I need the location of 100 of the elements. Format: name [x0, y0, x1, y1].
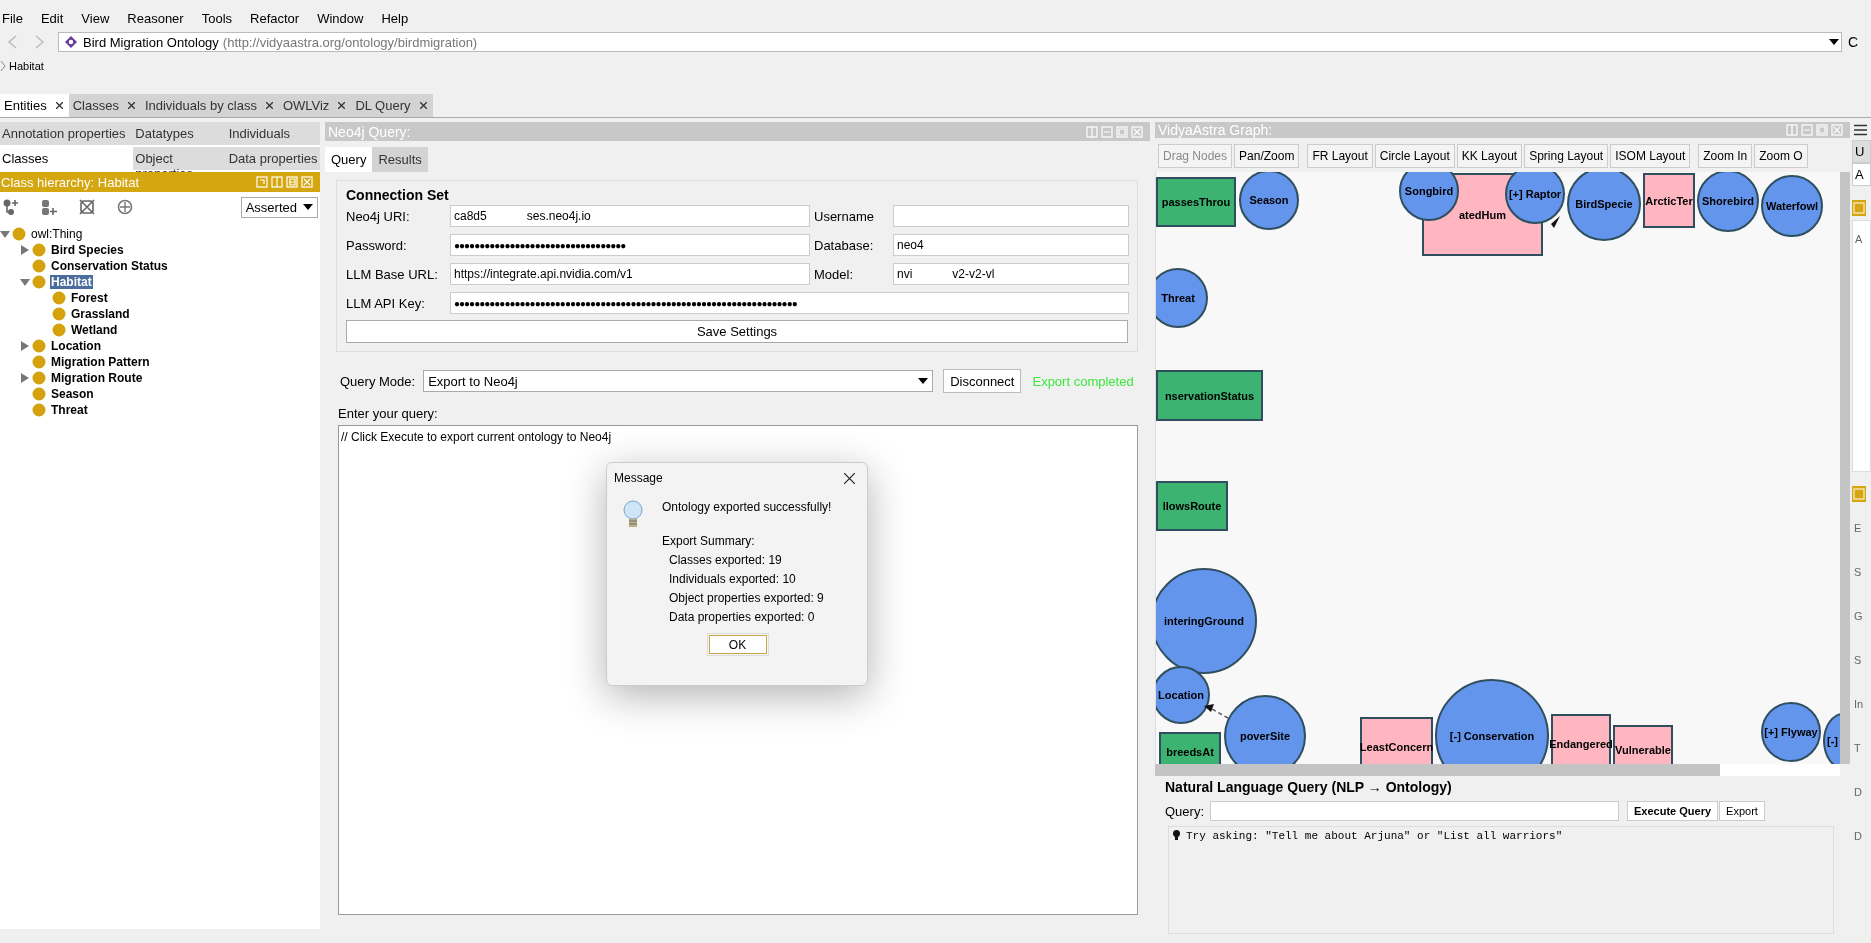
mode-dropdown[interactable]: Export to Neo4j	[423, 370, 934, 392]
summary-line: Classes exported: 19	[669, 553, 783, 567]
input-field[interactable]: ●●●●●●●●●●●●●●●●●●●●●●●●●●●●●●●●●●●●●●●●●●●●●●●●●●●●●●●●●●●●●●●●●●●●	[450, 292, 1129, 314]
entity-tab[interactable]: Annotation properties	[0, 122, 134, 145]
view-mode-dropdown[interactable]: Asserted	[240, 196, 318, 218]
summary-line: Object properties exported: 9	[669, 591, 825, 605]
save-button[interactable]: Save Settings	[346, 320, 1128, 343]
menu-item[interactable]: File	[0, 11, 34, 29]
graph-node[interactable]: Shorebird	[1697, 172, 1759, 232]
tree-item[interactable]: Conservation Status	[50, 259, 169, 273]
field-label: Model:	[814, 266, 855, 282]
menu-item[interactable]: Window	[315, 11, 375, 29]
graph-toolbar-button[interactable]: Circle Layout	[1374, 144, 1455, 168]
execute-query-button[interactable]: Execute Query	[1627, 801, 1719, 821]
workspace-tab[interactable]: DL Query	[351, 94, 433, 117]
summary-title: Export Summary:	[662, 534, 756, 548]
graph-node[interactable]: Songbird	[1399, 172, 1459, 221]
cut-off-label: C	[1848, 34, 1859, 50]
query-tab[interactable]: Results	[372, 147, 428, 172]
entity-tab[interactable]: Datatypes	[133, 122, 227, 145]
cut-off-label: In	[1853, 697, 1865, 712]
field-label: Query:	[1165, 803, 1204, 819]
ontology-address-field[interactable]: Bird Migration Ontology (http://vidyaastra.org/ontology/birdmigration)	[58, 32, 1842, 52]
graph-toolbar-button[interactable]: Pan/Zoom	[1234, 144, 1300, 168]
field-label: Database:	[814, 237, 875, 253]
tree-item[interactable]: Wetland	[70, 323, 119, 337]
tree-item[interactable]: Bird Species	[50, 243, 125, 257]
workspace-tab[interactable]: Individuals by class	[140, 94, 279, 117]
graph-toolbar-button[interactable]: FR Layout	[1307, 144, 1373, 168]
entity-tab[interactable]: Individuals	[226, 122, 320, 145]
input-field[interactable]: ●●●●●●●●●●●●●●●●●●●●●●●●●●●●●●●●●●	[450, 234, 810, 256]
graph-node[interactable]: nservationStatus	[1156, 370, 1263, 421]
graph-node[interactable]: [-] Conservation	[1435, 679, 1549, 764]
dialog-message: Ontology exported successfully!	[662, 500, 832, 514]
cut-off-label: S	[1853, 653, 1863, 668]
graph-node[interactable]: llowsRoute	[1156, 481, 1228, 531]
workspace-tab[interactable]: Entities	[0, 94, 69, 117]
cut-off-label: D	[1853, 785, 1863, 800]
tree-item[interactable]: Season	[50, 387, 95, 401]
graph-toolbar-button[interactable]: KK Layout	[1456, 144, 1523, 168]
query-tab[interactable]: Query	[325, 147, 373, 172]
input-field[interactable]: ca8d5 ses.neo4j.io	[450, 205, 810, 227]
graph-toolbar-button[interactable]: Spring Layout	[1524, 144, 1609, 168]
graph-node[interactable]: Vulnerable	[1613, 725, 1673, 764]
tree-item[interactable]: Habitat	[50, 275, 93, 289]
cut-off-label: T	[1853, 741, 1862, 756]
field-label: LLM Base URL:	[346, 266, 439, 282]
tree-item[interactable]: Migration Pattern	[50, 355, 151, 369]
graph-node[interactable]: [+] Raptor	[1505, 172, 1565, 224]
graph-toolbar-button[interactable]: ISOM Layout	[1610, 144, 1691, 168]
export-button[interactable]: Export	[1719, 801, 1765, 821]
graph-node[interactable]: breedsAt	[1159, 732, 1221, 764]
workspace-tab[interactable]: OWLViz	[278, 94, 352, 117]
workspace-tab[interactable]: Classes	[68, 94, 141, 117]
graph-node[interactable]: [-]	[1823, 713, 1840, 764]
graph-node[interactable]: Waterfowl	[1761, 175, 1823, 237]
tree-item[interactable]: Forest	[70, 291, 109, 305]
cut-off-label: A	[1852, 163, 1871, 186]
tree-item[interactable]: owl:Thing	[30, 227, 84, 241]
graph-toolbar-button[interactable]: Zoom O	[1754, 144, 1808, 168]
field-label: Neo4j URI:	[346, 208, 411, 224]
panel-title: Class hierarchy: Habitat	[1, 174, 140, 190]
disconnect-button[interactable]: Disconnect	[943, 369, 1022, 393]
cut-off-tab[interactable]: U	[1852, 140, 1871, 163]
graph-node[interactable]: Threat	[1156, 268, 1208, 328]
graph-node[interactable]: BirdSpecie	[1567, 172, 1641, 241]
graph-toolbar-button[interactable]: Zoom In	[1698, 144, 1753, 168]
dialog-title: Message	[614, 471, 663, 485]
input-field[interactable]: nvi v2-v2-vl	[893, 263, 1129, 285]
menu-item[interactable]: Help	[379, 11, 420, 29]
entity-tab[interactable]: Object	[133, 147, 227, 170]
status-text: Export completed	[1032, 373, 1134, 389]
input-field[interactable]: https://integrate.api.nvidia.com/v1	[450, 263, 810, 285]
menu-item[interactable]: Edit	[38, 11, 75, 29]
cut-off-label: A	[1854, 232, 1864, 247]
menu-item[interactable]: Reasoner	[125, 11, 195, 29]
graph-node[interactable]: interingGround	[1156, 568, 1257, 674]
menu-item[interactable]: Tools	[199, 11, 244, 29]
field-label: Username	[814, 208, 875, 224]
graph-node[interactable]: Location	[1156, 666, 1210, 724]
field-label: Enter your query:	[338, 406, 439, 421]
graph-node[interactable]: [+] Flyway	[1761, 702, 1821, 762]
ok-button[interactable]: OK	[708, 635, 767, 654]
tree-item[interactable]: Migration Route	[50, 371, 144, 385]
entity-tab[interactable]: Classes	[0, 147, 134, 170]
entity-tab[interactable]: Data properties	[226, 147, 320, 170]
tree-item[interactable]: Location	[50, 339, 102, 353]
graph-node[interactable]: passesThrou	[1156, 177, 1236, 227]
menu-item[interactable]: Refactor	[248, 11, 311, 29]
tree-item[interactable]: Grassland	[70, 307, 131, 321]
cut-off-label: G	[1853, 609, 1864, 624]
graph-node[interactable]: ArcticTer	[1643, 173, 1695, 228]
summary-line: Data properties exported: 0	[669, 610, 816, 624]
graph-node[interactable]: Season	[1239, 172, 1299, 230]
tree-item[interactable]: Threat	[50, 403, 89, 417]
input-field[interactable]: neo4	[893, 234, 1129, 256]
menu-item[interactable]: View	[79, 11, 121, 29]
breadcrumb-item[interactable]: Habitat	[9, 60, 44, 72]
ontology-name: Bird Migration Ontology	[83, 34, 219, 50]
graph-node[interactable]: poverSite	[1224, 695, 1306, 764]
